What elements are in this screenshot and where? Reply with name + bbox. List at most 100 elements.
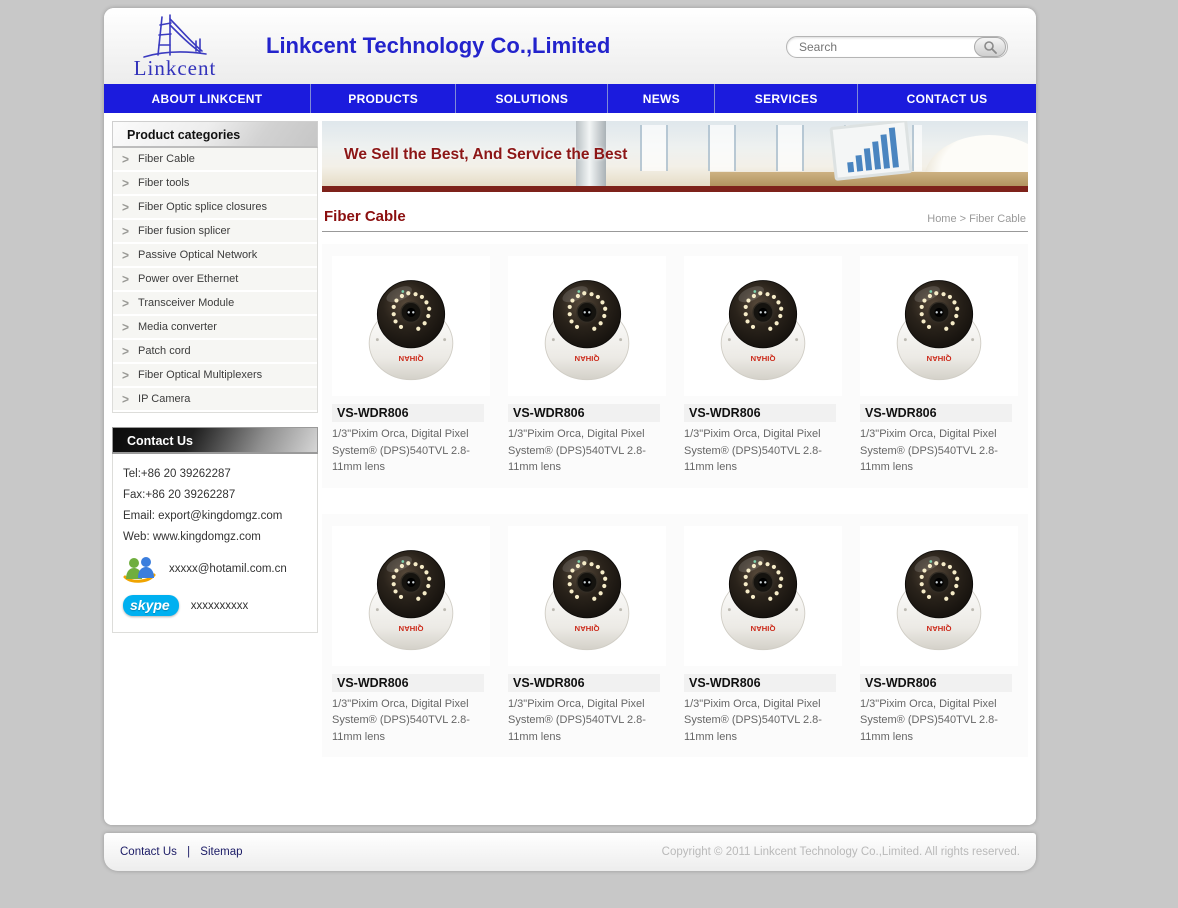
category-item[interactable]: > Patch cord bbox=[113, 340, 317, 364]
nav-item[interactable]: NEWS bbox=[607, 84, 714, 113]
svg-text:QIHAN: QIHAN bbox=[750, 624, 775, 633]
msn-messenger-icon bbox=[123, 555, 157, 583]
product-name-link[interactable]: VS-WDR806 bbox=[860, 674, 1012, 692]
chevron-right-icon: > bbox=[122, 223, 129, 238]
nav-item[interactable]: PRODUCTS bbox=[310, 84, 455, 113]
copyright-text: Copyright © 2011 Linkcent Technology Co.… bbox=[662, 846, 1020, 858]
product-name-link[interactable]: VS-WDR806 bbox=[684, 404, 836, 422]
contact-us-header: Contact Us bbox=[112, 427, 318, 454]
nav-item[interactable]: SERVICES bbox=[714, 84, 857, 113]
contact-web[interactable]: Web: www.kingdomgz.com bbox=[123, 531, 309, 543]
product-image[interactable]: QIHAN bbox=[684, 256, 842, 396]
product-name-link[interactable]: VS-WDR806 bbox=[684, 674, 836, 692]
site-container: Linkcent Linkcent Technology Co.,Limited… bbox=[104, 8, 1036, 825]
search-bar[interactable] bbox=[786, 36, 1008, 58]
chevron-right-icon: > bbox=[122, 199, 129, 214]
product-name-link[interactable]: VS-WDR806 bbox=[332, 404, 484, 422]
svg-text:QIHAN: QIHAN bbox=[398, 354, 423, 363]
product-row-1: QIHAN VS-WDR806 1/3"Pixim Orca, Digital … bbox=[322, 244, 1028, 488]
product-image[interactable]: QIHAN bbox=[860, 256, 1018, 396]
product-image[interactable]: QIHAN bbox=[684, 526, 842, 666]
product-name-link[interactable]: VS-WDR806 bbox=[332, 674, 484, 692]
category-item[interactable]: > Fiber Optic splice closures bbox=[113, 196, 317, 220]
page-title: Fiber Cable bbox=[324, 208, 406, 225]
chevron-right-icon: > bbox=[122, 319, 129, 334]
product-card: QIHAN VS-WDR806 1/3"Pixim Orca, Digital … bbox=[678, 256, 848, 484]
product-card: QIHAN VS-WDR806 1/3"Pixim Orca, Digital … bbox=[502, 526, 672, 754]
dome-camera-image: QIHAN bbox=[713, 533, 813, 659]
skype-id[interactable]: xxxxxxxxxx bbox=[191, 600, 249, 612]
product-row-2: QIHAN VS-WDR806 1/3"Pixim Orca, Digital … bbox=[322, 514, 1028, 758]
banner-slogan: We Sell the Best, And Service the Best bbox=[344, 146, 627, 164]
product-image[interactable]: QIHAN bbox=[332, 526, 490, 666]
product-description: 1/3"Pixim Orca, Digital Pixel System® (D… bbox=[508, 696, 666, 746]
product-description: 1/3"Pixim Orca, Digital Pixel System® (D… bbox=[332, 426, 490, 476]
site-header: Linkcent Linkcent Technology Co.,Limited bbox=[104, 8, 1036, 84]
dome-camera-image: QIHAN bbox=[537, 263, 637, 389]
product-description: 1/3"Pixim Orca, Digital Pixel System® (D… bbox=[508, 426, 666, 476]
nav-item[interactable]: CONTACT US bbox=[857, 84, 1036, 113]
product-description: 1/3"Pixim Orca, Digital Pixel System® (D… bbox=[332, 696, 490, 746]
product-image[interactable]: QIHAN bbox=[508, 256, 666, 396]
contact-box: Tel:+86 20 39262287 Fax:+86 20 39262287 … bbox=[112, 454, 318, 633]
product-card: QIHAN VS-WDR806 1/3"Pixim Orca, Digital … bbox=[502, 256, 672, 484]
svg-text:QIHAN: QIHAN bbox=[574, 354, 599, 363]
category-item[interactable]: > Fiber tools bbox=[113, 172, 317, 196]
dome-camera-image: QIHAN bbox=[361, 533, 461, 659]
category-list: > Fiber Cable > Fiber tools > Fiber Opti… bbox=[112, 148, 318, 413]
sidebar: Product categories > Fiber Cable > Fiber… bbox=[112, 121, 318, 817]
product-card: QIHAN VS-WDR806 1/3"Pixim Orca, Digital … bbox=[326, 526, 496, 754]
category-item[interactable]: > Fiber fusion splicer bbox=[113, 220, 317, 244]
hero-banner: We Sell the Best, And Service the Best bbox=[322, 121, 1028, 192]
contact-email[interactable]: Email: export@kingdomgz.com bbox=[123, 510, 309, 522]
category-item[interactable]: > Transceiver Module bbox=[113, 292, 317, 316]
product-name-link[interactable]: VS-WDR806 bbox=[860, 404, 1012, 422]
bridge-logo-icon bbox=[140, 13, 208, 61]
dome-camera-image: QIHAN bbox=[889, 263, 989, 389]
main-nav: ABOUT LINKCENT PRODUCTS SOLUTIONS NEWS S… bbox=[104, 84, 1036, 113]
product-name-link[interactable]: VS-WDR806 bbox=[508, 674, 660, 692]
company-name: Linkcent Technology Co.,Limited bbox=[266, 33, 610, 59]
chevron-right-icon: > bbox=[122, 391, 129, 406]
breadcrumb[interactable]: Home > Fiber Cable bbox=[927, 213, 1026, 225]
search-input[interactable] bbox=[787, 40, 974, 54]
footer-contact-link[interactable]: Contact Us bbox=[120, 846, 177, 858]
product-card: QIHAN VS-WDR806 1/3"Pixim Orca, Digital … bbox=[678, 526, 848, 754]
chevron-right-icon: > bbox=[122, 151, 129, 166]
company-logo[interactable]: Linkcent bbox=[112, 11, 238, 81]
category-item[interactable]: > Passive Optical Network bbox=[113, 244, 317, 268]
nav-item[interactable]: ABOUT LINKCENT bbox=[104, 84, 310, 113]
msn-row: xxxxx@hotamil.com.cn bbox=[123, 555, 309, 583]
product-name-link[interactable]: VS-WDR806 bbox=[508, 404, 660, 422]
category-item[interactable]: > Fiber Cable bbox=[113, 148, 317, 172]
dome-camera-image: QIHAN bbox=[537, 533, 637, 659]
chevron-right-icon: > bbox=[122, 175, 129, 190]
search-icon bbox=[983, 40, 997, 54]
product-card: QIHAN VS-WDR806 1/3"Pixim Orca, Digital … bbox=[854, 526, 1024, 754]
skype-row: skype xxxxxxxxxx bbox=[123, 595, 309, 616]
product-description: 1/3"Pixim Orca, Digital Pixel System® (D… bbox=[860, 426, 1018, 476]
product-description: 1/3"Pixim Orca, Digital Pixel System® (D… bbox=[684, 696, 842, 746]
nav-item[interactable]: SOLUTIONS bbox=[455, 84, 607, 113]
category-item[interactable]: > Power over Ethernet bbox=[113, 268, 317, 292]
dome-camera-image: QIHAN bbox=[713, 263, 813, 389]
footer-sitemap-link[interactable]: Sitemap bbox=[200, 846, 242, 858]
product-image[interactable]: QIHAN bbox=[508, 526, 666, 666]
main-panel: We Sell the Best, And Service the Best F… bbox=[322, 121, 1028, 817]
title-divider bbox=[322, 231, 1028, 232]
category-item[interactable]: > Fiber Optical Multiplexers bbox=[113, 364, 317, 388]
chevron-right-icon: > bbox=[122, 271, 129, 286]
category-item[interactable]: > Media converter bbox=[113, 316, 317, 340]
product-description: 1/3"Pixim Orca, Digital Pixel System® (D… bbox=[684, 426, 842, 476]
product-card: QIHAN VS-WDR806 1/3"Pixim Orca, Digital … bbox=[854, 256, 1024, 484]
category-item[interactable]: > IP Camera bbox=[113, 388, 317, 412]
msn-address[interactable]: xxxxx@hotamil.com.cn bbox=[169, 563, 287, 575]
content-area: Product categories > Fiber Cable > Fiber… bbox=[104, 113, 1036, 825]
search-button[interactable] bbox=[974, 37, 1006, 57]
contact-tel: Tel:+86 20 39262287 bbox=[123, 468, 309, 480]
skype-logo: skype bbox=[123, 595, 179, 616]
dome-camera-image: QIHAN bbox=[361, 263, 461, 389]
site-footer: Contact Us | Sitemap Copyright © 2011 Li… bbox=[104, 833, 1036, 871]
product-image[interactable]: QIHAN bbox=[860, 526, 1018, 666]
product-image[interactable]: QIHAN bbox=[332, 256, 490, 396]
